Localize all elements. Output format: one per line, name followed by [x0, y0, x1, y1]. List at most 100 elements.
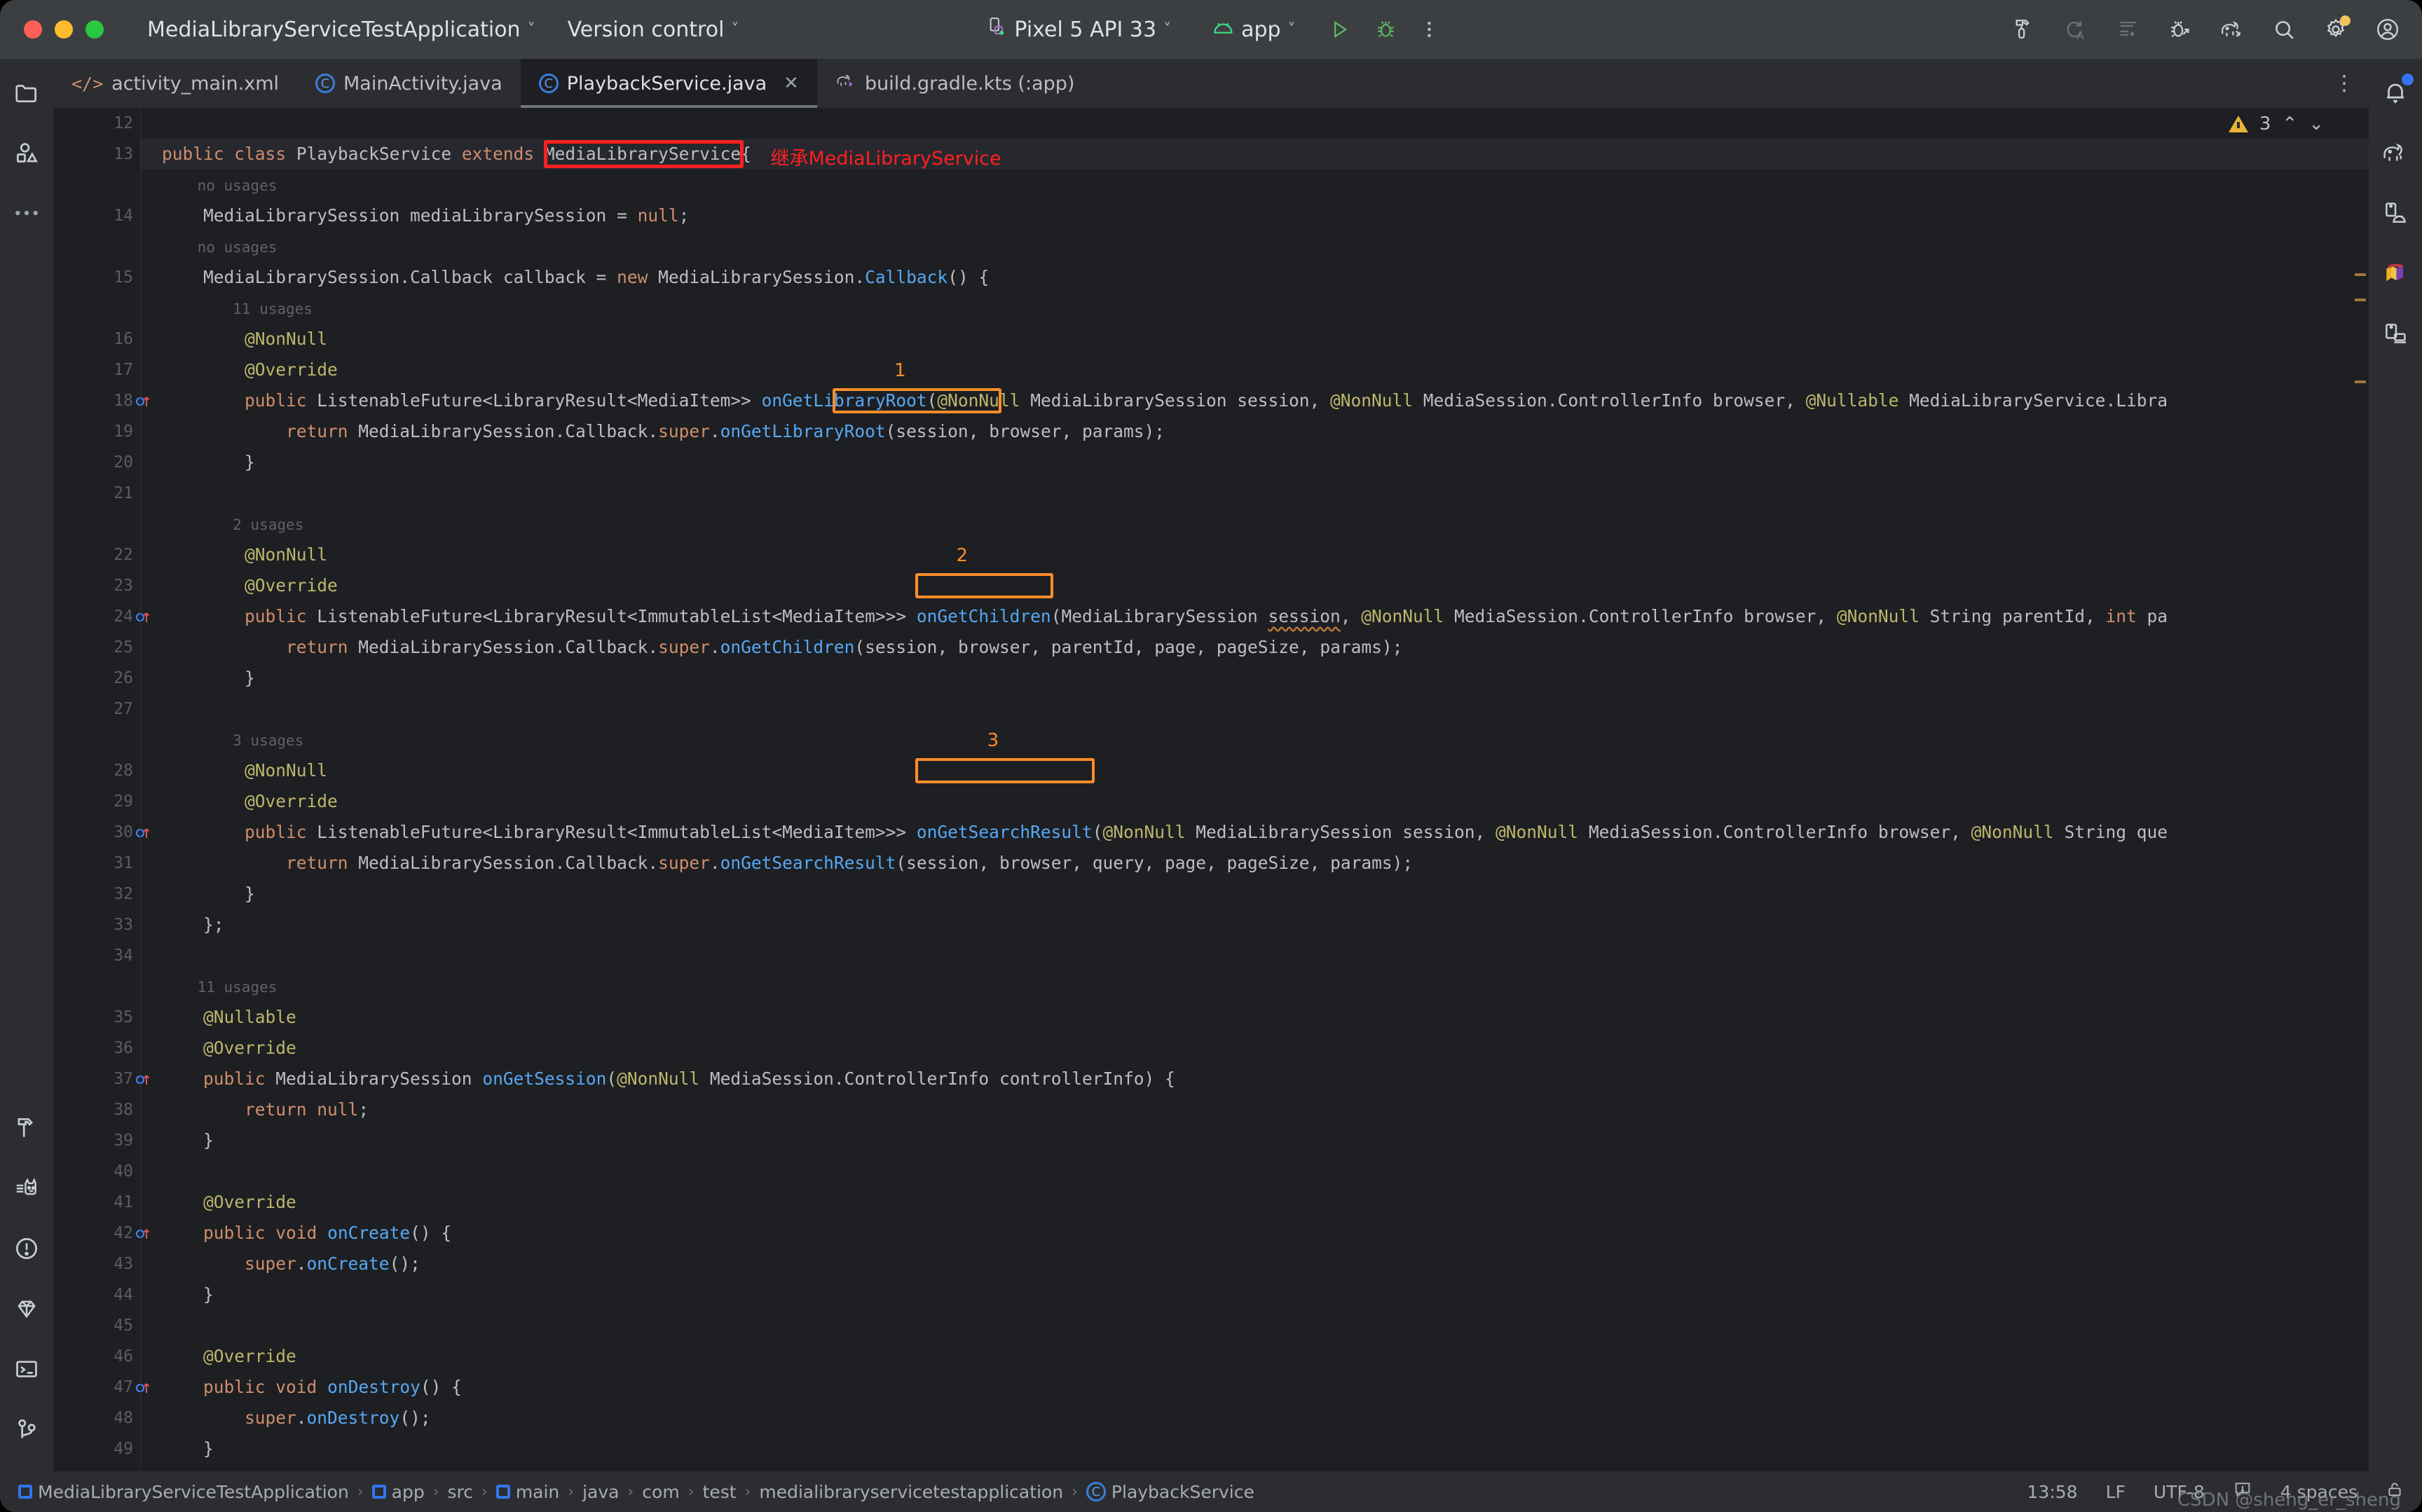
inspection-widget[interactable]: 3 ⌃ ⌄: [2228, 114, 2324, 135]
inlay-hint-line[interactable]: no usages: [141, 170, 2369, 200]
code-line[interactable]: public void onCreate() {: [141, 1218, 2369, 1249]
version-control-menu[interactable]: Version control ˅: [558, 12, 749, 48]
code-line[interactable]: public class PlaybackService extends Med…: [141, 139, 2369, 170]
code-line[interactable]: MediaLibrarySession mediaLibrarySession …: [141, 200, 2369, 231]
gutter-line[interactable]: 28: [53, 755, 140, 786]
gutter-line[interactable]: 37: [53, 1064, 150, 1094]
gutter-line[interactable]: 22: [53, 539, 140, 570]
code-line[interactable]: return MediaLibrarySession.Callback.supe…: [141, 632, 2369, 663]
previous-problem-icon[interactable]: ⌃: [2282, 114, 2297, 135]
debug-attach-icon[interactable]: [2164, 13, 2196, 46]
gutter-line[interactable]: 32: [53, 879, 140, 909]
gutter-line[interactable]: 27: [53, 694, 140, 724]
breadcrumb-item[interactable]: MediaLibraryServiceTestApplication: [18, 1482, 349, 1502]
next-problem-icon[interactable]: ⌄: [2308, 114, 2324, 135]
gutter-line[interactable]: 30: [53, 817, 150, 848]
gutter-line[interactable]: 45: [53, 1310, 140, 1341]
code-line[interactable]: [141, 1310, 2369, 1341]
device-selector[interactable]: Pixel 5 API 33 ˅: [976, 11, 1181, 48]
gutter-line[interactable]: 23: [53, 570, 140, 601]
resource-manager-icon[interactable]: [8, 135, 45, 171]
code-line[interactable]: @NonNull: [141, 755, 2369, 786]
more-tool-windows-icon[interactable]: [8, 195, 45, 231]
minimize-button[interactable]: [55, 20, 73, 39]
gutter-line[interactable]: [53, 971, 140, 1002]
inlay-hint-line[interactable]: 3 usages: [141, 724, 2369, 755]
project-folder-icon[interactable]: [8, 74, 45, 111]
redo-icon[interactable]: A: [2060, 13, 2093, 46]
code-line[interactable]: @Override: [141, 1187, 2369, 1218]
gutter-line[interactable]: 44: [53, 1279, 140, 1310]
gutter-line[interactable]: 35: [53, 1002, 140, 1033]
gradle-elephant-icon[interactable]: [2377, 135, 2414, 171]
debug-button[interactable]: [1370, 13, 1402, 46]
close-button[interactable]: [24, 20, 42, 39]
breadcrumb-item[interactable]: app: [371, 1482, 425, 1502]
inlay-hint-line[interactable]: no usages: [141, 231, 2369, 262]
notifications-bell-icon[interactable]: [2377, 74, 2414, 111]
code-line[interactable]: @NonNull: [141, 539, 2369, 570]
gutter-line[interactable]: 41: [53, 1187, 140, 1218]
gutter-line[interactable]: 34: [53, 940, 140, 971]
gutter-line[interactable]: 38: [53, 1094, 140, 1125]
gutter-line[interactable]: 16: [53, 324, 140, 355]
code-line[interactable]: @Override: [141, 1033, 2369, 1064]
gutter-line[interactable]: 13: [53, 139, 140, 170]
code-line[interactable]: super.onCreate();: [141, 1249, 2369, 1279]
code-line[interactable]: @NonNull: [141, 324, 2369, 355]
window-controls[interactable]: [24, 20, 104, 39]
code-line[interactable]: }: [141, 1279, 2369, 1310]
code-line[interactable]: MediaLibrarySession.Callback callback = …: [141, 262, 2369, 293]
code-line[interactable]: public ListenableFuture<LibraryResult<Me…: [141, 385, 2369, 416]
code-line[interactable]: super.onDestroy();: [141, 1403, 2369, 1434]
code-editor[interactable]: 12 13 14 15 16 17 18 19 20 21 22 23 24 25 26 27 28 29 30 31…: [53, 108, 2369, 1471]
code-line[interactable]: return MediaLibrarySession.Callback.supe…: [141, 416, 2369, 447]
gutter-line[interactable]: 14: [53, 200, 140, 231]
run-configuration-selector[interactable]: app ˅: [1202, 12, 1305, 48]
gutter-line[interactable]: [53, 170, 140, 200]
code-line[interactable]: @Override: [141, 1341, 2369, 1372]
running-devices-icon[interactable]: [2377, 315, 2414, 352]
breadcrumb-item[interactable]: com: [642, 1482, 679, 1502]
code-line[interactable]: [141, 940, 2369, 971]
breadcrumb-item[interactable]: main: [495, 1482, 559, 1502]
gutter-line[interactable]: 49: [53, 1434, 140, 1464]
code-line[interactable]: return MediaLibrarySession.Callback.supe…: [141, 848, 2369, 879]
gutter-line[interactable]: 33: [53, 909, 140, 940]
gutter-line[interactable]: 18: [53, 385, 150, 416]
breadcrumb-item[interactable]: C PlaybackService: [1086, 1482, 1254, 1502]
breadcrumb-item[interactable]: medialibraryservicetestapplication: [759, 1482, 1063, 1502]
version-control-branch-icon[interactable]: [8, 1411, 45, 1448]
code-line[interactable]: public void onDestroy() {: [141, 1372, 2369, 1403]
inlay-hint-line[interactable]: 11 usages: [141, 971, 2369, 1002]
line-number-gutter[interactable]: 12 13 14 15 16 17 18 19 20 21 22 23 24 25 26 27 28 29 30 31…: [53, 108, 150, 1471]
build-hammer-icon[interactable]: [2009, 13, 2041, 46]
breadcrumb-item[interactable]: test: [703, 1482, 737, 1502]
gutter-line[interactable]: 48: [53, 1403, 140, 1434]
tab-mainactivity-java[interactable]: C MainActivity.java: [297, 59, 521, 108]
code-line[interactable]: @Override: [141, 786, 2369, 817]
code-line[interactable]: [141, 1156, 2369, 1187]
app-inspection-icon[interactable]: [2377, 255, 2414, 291]
code-line[interactable]: };: [141, 909, 2369, 940]
device-manager-icon[interactable]: [2377, 195, 2414, 231]
code-line[interactable]: @Override: [141, 355, 2369, 385]
gutter-line[interactable]: 42: [53, 1218, 150, 1249]
gutter-line[interactable]: 46: [53, 1341, 140, 1372]
code-content[interactable]: public class PlaybackService extends Med…: [140, 108, 2369, 1471]
format-lines-icon[interactable]: [2112, 13, 2144, 46]
code-line[interactable]: public MediaLibrarySession onGetSession(…: [141, 1064, 2369, 1094]
editor-scrollbar[interactable]: [2355, 108, 2369, 1471]
tab-playbackservice-java[interactable]: C PlaybackService.java ✕: [520, 59, 818, 108]
code-line[interactable]: [141, 478, 2369, 509]
close-icon[interactable]: ✕: [784, 73, 799, 94]
more-run-options-button[interactable]: [1414, 13, 1446, 46]
code-line[interactable]: }: [141, 879, 2369, 909]
app-quality-gem-icon[interactable]: [8, 1291, 45, 1327]
terminal-icon[interactable]: [8, 1351, 45, 1387]
gutter-line[interactable]: 39: [53, 1125, 140, 1156]
account-avatar-icon[interactable]: [2372, 13, 2404, 46]
code-line[interactable]: @Override: [141, 570, 2369, 601]
breadcrumb-item[interactable]: src: [448, 1482, 474, 1502]
gutter-line[interactable]: 29: [53, 786, 140, 817]
